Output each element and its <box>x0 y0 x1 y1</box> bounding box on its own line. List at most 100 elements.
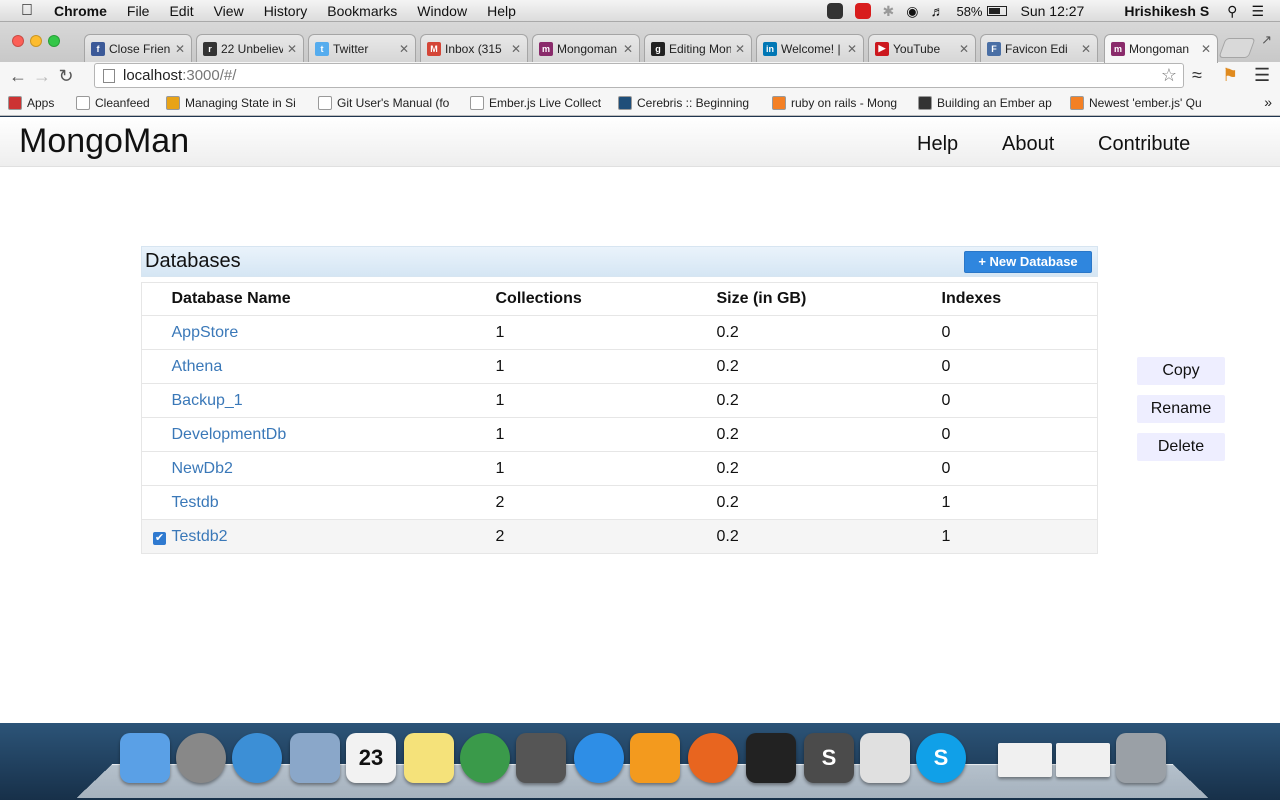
new-database-button[interactable]: + New Database <box>964 250 1092 273</box>
nav-contribute[interactable]: Contribute <box>1098 133 1190 156</box>
bookmark-star-icon[interactable]: ☆ <box>1161 65 1177 86</box>
close-tab-icon[interactable]: ✕ <box>399 42 409 56</box>
select-cell[interactable] <box>141 349 172 384</box>
menu-window[interactable]: Window <box>417 3 467 19</box>
clock[interactable]: Sun 12:27 <box>1021 3 1085 19</box>
sublime-text-icon[interactable]: S <box>804 733 854 783</box>
close-tab-icon[interactable]: ✕ <box>623 42 633 56</box>
brand-logo[interactable]: MongoMan <box>19 122 189 161</box>
firefox-icon[interactable] <box>688 733 738 783</box>
tab-mongoman[interactable]: m Mongoman ✕ <box>1104 34 1218 63</box>
extension-approx-icon[interactable]: ≈ <box>1192 65 1202 86</box>
fullscreen-icon[interactable]: ↗ <box>1261 32 1272 48</box>
bookmark-ember-js-live-collect[interactable]: Ember.js Live Collect <box>470 96 610 110</box>
notification-shield-icon[interactable] <box>826 3 843 19</box>
calendar-icon[interactable]: 23 <box>346 733 396 783</box>
checkbox-checked-icon[interactable]: ✔ <box>153 531 166 545</box>
bluetooth-icon[interactable]: ✱ <box>883 3 895 20</box>
close-tab-icon[interactable]: ✕ <box>287 42 297 56</box>
database-link[interactable]: Backup_1 <box>172 392 243 409</box>
table-row[interactable]: NewDb2 1 0.2 0 <box>141 451 1098 486</box>
opera-tray-icon[interactable] <box>854 3 871 19</box>
copy-button[interactable]: Copy <box>1137 357 1225 385</box>
menu-view[interactable]: View <box>214 3 244 19</box>
menu-file[interactable]: File <box>127 3 150 19</box>
tab-22-unbeliev[interactable]: r 22 Unbeliev ✕ <box>196 34 304 62</box>
battery-icon[interactable] <box>986 6 1007 16</box>
skype-icon[interactable]: S <box>916 733 966 783</box>
itunes-icon[interactable] <box>574 733 624 783</box>
nav-about[interactable]: About <box>1002 133 1054 156</box>
tab-youtube[interactable]: ▶ YouTube ✕ <box>868 34 976 62</box>
select-cell[interactable] <box>141 485 172 520</box>
close-window-button[interactable] <box>12 35 24 47</box>
bookmark-git-user-s-manual-fo[interactable]: Git User's Manual (fo <box>318 96 458 110</box>
ibooks-icon[interactable] <box>630 733 680 783</box>
database-link[interactable]: Testdb2 <box>172 528 228 545</box>
apple-icon[interactable]:  <box>18 0 36 22</box>
tab-close-frien[interactable]: f Close Frien ✕ <box>84 34 192 62</box>
close-tab-icon[interactable]: ✕ <box>735 42 745 56</box>
address-bar[interactable]: localhost:3000/#/ ☆ <box>94 63 1184 88</box>
zoom-window-button[interactable] <box>48 35 60 47</box>
table-row[interactable]: Athena 1 0.2 0 <box>141 349 1098 384</box>
select-cell[interactable]: ✔ <box>141 519 172 554</box>
opera-icon[interactable] <box>860 733 910 783</box>
forward-icon[interactable]: → <box>30 64 54 88</box>
table-row[interactable]: Testdb 2 0.2 1 <box>141 485 1098 520</box>
close-tab-icon[interactable]: ✕ <box>175 42 185 56</box>
table-row[interactable]: ✔ Testdb2 2 0.2 1 <box>141 519 1098 554</box>
mail-icon[interactable] <box>290 733 340 783</box>
select-cell[interactable] <box>141 315 172 350</box>
tab-mongoman[interactable]: m Mongoman ✕ <box>532 34 640 62</box>
database-link[interactable]: AppStore <box>172 324 239 341</box>
close-tab-icon[interactable]: ✕ <box>959 42 969 56</box>
volume-icon[interactable]: ♬ <box>930 3 944 19</box>
user-name[interactable]: Hrishikesh S <box>1124 3 1209 19</box>
database-link[interactable]: Athena <box>172 358 223 375</box>
menu-edit[interactable]: Edit <box>169 3 193 19</box>
chrome-icon[interactable] <box>460 733 510 783</box>
tab-favicon-edi[interactable]: F Favicon Edi ✕ <box>980 34 1098 62</box>
table-row[interactable]: AppStore 1 0.2 0 <box>141 315 1098 350</box>
menu-history[interactable]: History <box>264 3 308 19</box>
wifi-icon[interactable]: ◉ <box>906 3 918 20</box>
reload-icon[interactable]: ↻ <box>54 64 78 88</box>
delete-button[interactable]: Delete <box>1137 433 1225 461</box>
minimize-window-button[interactable] <box>30 35 42 47</box>
more-bookmarks-icon[interactable]: » <box>1264 94 1272 110</box>
nav-help[interactable]: Help <box>917 133 958 156</box>
close-tab-icon[interactable]: ✕ <box>511 42 521 56</box>
chrome-window-preview-icon[interactable] <box>1056 743 1110 777</box>
database-link[interactable]: DevelopmentDb <box>172 426 287 443</box>
menu-app-name[interactable]: Chrome <box>54 3 107 19</box>
spotlight-icon[interactable]: ⚲ <box>1227 3 1237 20</box>
bookmark-cleanfeed[interactable]: Cleanfeed <box>76 96 156 110</box>
safari-icon[interactable] <box>232 733 282 783</box>
select-cell[interactable] <box>141 417 172 452</box>
extension-flag-icon[interactable]: ⚑ <box>1222 65 1238 86</box>
trash-icon[interactable] <box>1116 733 1166 783</box>
bookmark-apps[interactable]: Apps <box>8 96 68 110</box>
tab-editing-mon[interactable]: g Editing Mon ✕ <box>644 34 752 62</box>
rename-button[interactable]: Rename <box>1137 395 1225 423</box>
bookmark-cerebris-beginning[interactable]: Cerebris :: Beginning <box>618 96 758 110</box>
close-tab-icon[interactable]: ✕ <box>847 42 857 56</box>
bookmark-newest-ember-js-qu[interactable]: Newest 'ember.js' Qu <box>1070 96 1260 110</box>
close-tab-icon[interactable]: ✕ <box>1081 42 1091 56</box>
close-tab-icon[interactable]: ✕ <box>1201 42 1211 56</box>
tab-twitter[interactable]: t Twitter ✕ <box>308 34 416 62</box>
bookmark-managing-state-in-si[interactable]: Managing State in Si <box>166 96 306 110</box>
menu-help[interactable]: Help <box>487 3 516 19</box>
notification-center-icon[interactable]: ☰ <box>1251 3 1264 20</box>
window-preview-icon[interactable] <box>998 743 1052 777</box>
launchpad-icon[interactable] <box>176 733 226 783</box>
chrome-menu-icon[interactable]: ☰ <box>1254 65 1270 86</box>
database-link[interactable]: NewDb2 <box>172 460 233 477</box>
select-cell[interactable] <box>141 383 172 418</box>
tab-inbox-315[interactable]: M Inbox (315 ✕ <box>420 34 528 62</box>
facetime-icon[interactable] <box>516 733 566 783</box>
table-row[interactable]: DevelopmentDb 1 0.2 0 <box>141 417 1098 452</box>
bookmark-ruby-on-rails-mong[interactable]: ruby on rails - Mong <box>772 96 912 110</box>
menu-bookmarks[interactable]: Bookmarks <box>327 3 397 19</box>
